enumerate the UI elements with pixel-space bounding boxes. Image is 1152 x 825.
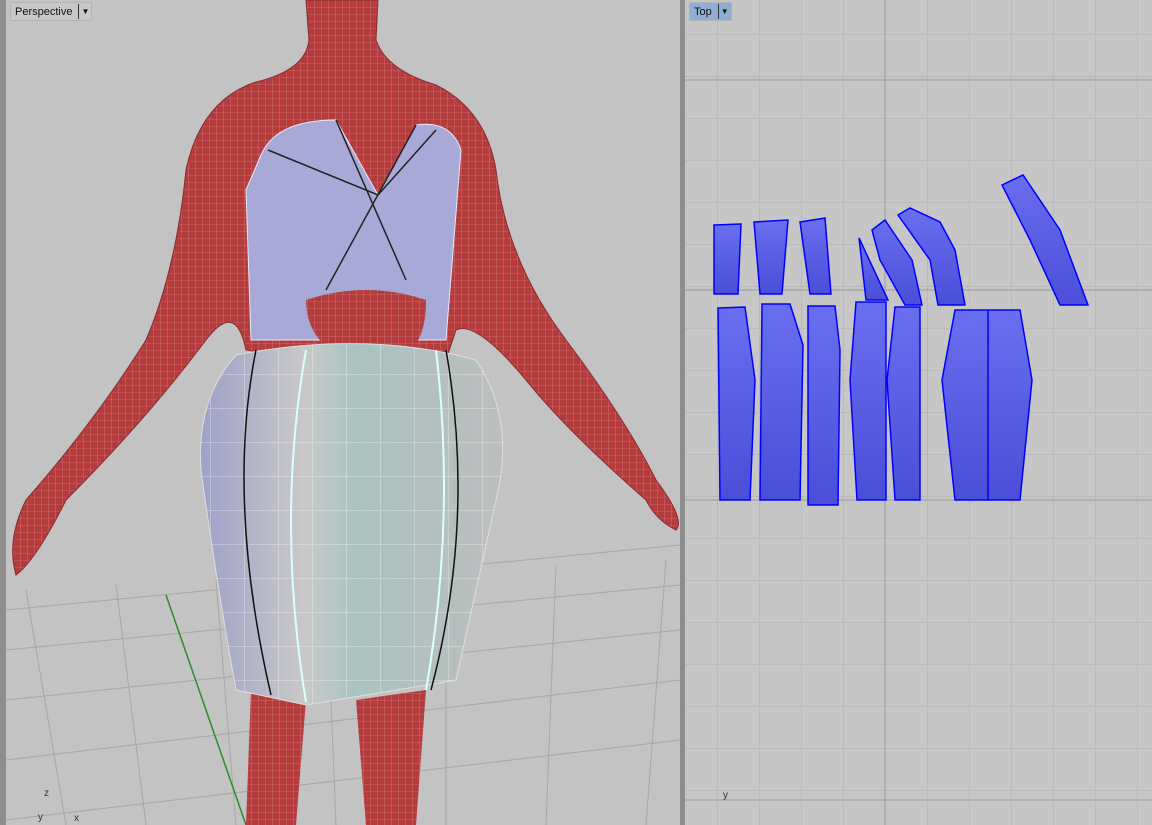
top-scene [685, 0, 1152, 825]
pattern-piece [759, 303, 804, 501]
axis-label-x: x [74, 813, 79, 824]
top-viewport[interactable]: Top ▼ y [685, 0, 1152, 825]
axis-label-y: y [723, 790, 728, 801]
legs-mesh [246, 690, 426, 825]
pattern-piece [713, 223, 742, 295]
pattern-piece [941, 309, 1033, 501]
pattern-piece [753, 219, 789, 295]
viewport-menu-chevron-icon[interactable]: ▼ [78, 4, 91, 19]
perspective-scene [6, 0, 680, 825]
pattern-piece [849, 301, 887, 501]
axis-label-z: z [44, 788, 49, 799]
axis-label-y: y [38, 812, 43, 823]
perspective-viewport[interactable]: Perspective ▼ z y x [6, 0, 680, 825]
perspective-viewport-title[interactable]: Perspective ▼ [10, 2, 93, 21]
pattern-piece [717, 306, 756, 501]
viewport-menu-chevron-icon[interactable]: ▼ [717, 4, 731, 19]
top-viewport-title[interactable]: Top ▼ [689, 2, 732, 21]
pattern-piece [807, 305, 841, 506]
